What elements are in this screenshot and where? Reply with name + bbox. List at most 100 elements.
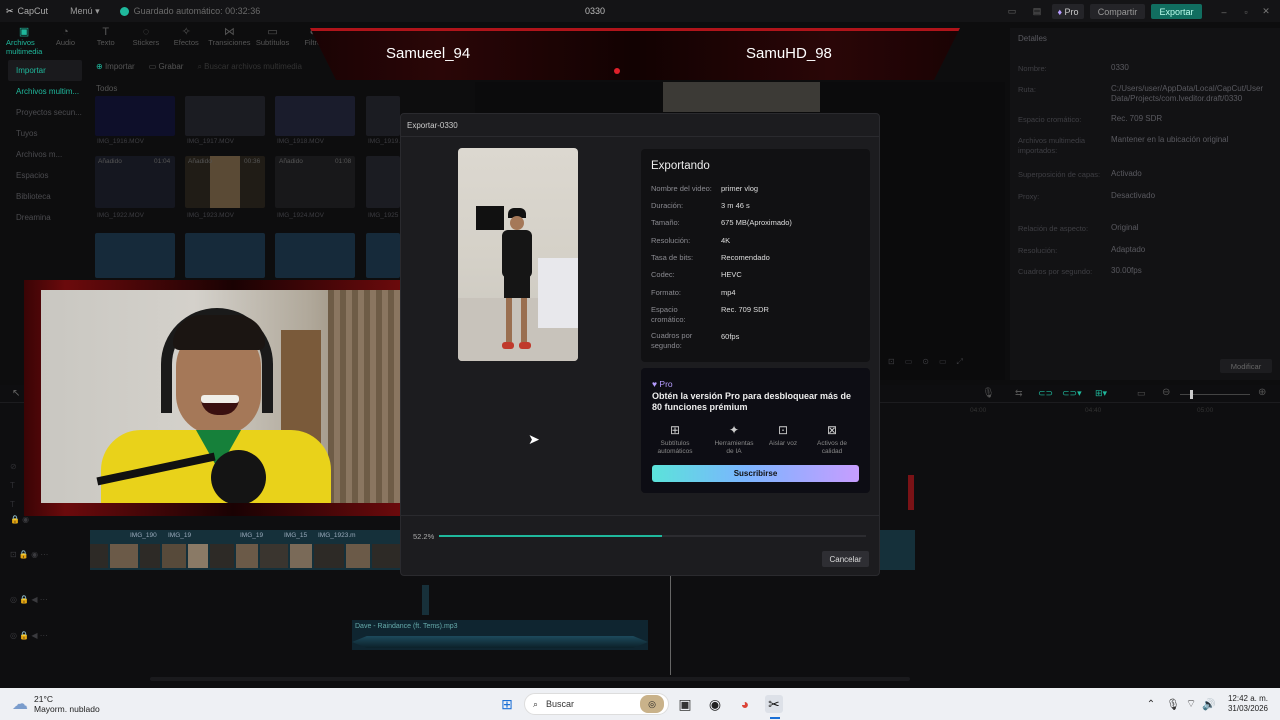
clip-label: IMG_190	[130, 532, 157, 539]
obs-icon[interactable]: ◉	[706, 695, 724, 713]
playhead[interactable]	[670, 575, 671, 675]
media-name: IMG_1923.MOV	[187, 212, 234, 219]
isolate-voice-icon: ⊡	[777, 423, 789, 437]
media-thumb[interactable]	[275, 96, 355, 136]
effects-icon: ✧	[181, 26, 191, 38]
fullscreen-icon[interactable]: ⤢	[957, 357, 963, 367]
weather-widget[interactable]: ☁ 21°C Mayorm. nublado	[12, 694, 100, 714]
autosave-status: Guardado automático: 00:32:36	[119, 6, 260, 16]
cursor-icon[interactable]: ↖	[12, 388, 20, 399]
screenshot-icon[interactable]: ⊙	[922, 357, 929, 367]
capcut-icon[interactable]: ✂	[765, 695, 783, 713]
media-filter-all[interactable]: Todos	[96, 84, 117, 93]
fit-icon[interactable]: ▭	[1137, 388, 1146, 399]
media-thumb[interactable]	[95, 233, 175, 278]
timeline-scrollbar[interactable]	[150, 677, 910, 681]
media-thumb[interactable]	[185, 233, 265, 278]
tool-subtitles[interactable]: ▭ Subtítulos	[255, 22, 289, 52]
preview-axis-icon[interactable]: ⊞▾	[1095, 388, 1107, 399]
windows-start-icon[interactable]: ⊞	[498, 695, 516, 713]
zoom-handle[interactable]	[1190, 390, 1193, 399]
share-button[interactable]: Compartir	[1090, 4, 1145, 19]
cloud-icon: ☁	[12, 696, 28, 713]
sidebar-item-media[interactable]: Archivos multim...	[8, 81, 82, 102]
export-dialog: Exportar-0330 Exportando Nombre del vide…	[400, 113, 880, 576]
zoom-slider[interactable]	[1180, 390, 1250, 399]
sidebar-item-library[interactable]: Biblioteca	[8, 186, 82, 207]
player-controls: ⊡ ▭ ⊙ ▭ ⤢	[888, 357, 963, 367]
media-thumb[interactable]	[185, 96, 265, 136]
shortcut-icon[interactable]: ▤	[1030, 4, 1044, 19]
sidebar-item-media-2[interactable]: Archivos m...	[8, 144, 82, 165]
ratio-icon[interactable]: ▭	[905, 357, 913, 367]
close-icon[interactable]: ✕	[1260, 4, 1272, 19]
time: 12:42 a. m.	[1227, 694, 1268, 703]
export-button[interactable]: Exportar	[1151, 4, 1202, 19]
chrome-icon[interactable]: ◕	[736, 695, 754, 713]
pro-button[interactable]: ♦ Pro	[1052, 4, 1084, 19]
leg	[521, 298, 527, 342]
ratio-icon-2[interactable]: ▭	[939, 357, 947, 367]
subscribe-button[interactable]: Suscribirse	[652, 465, 859, 482]
frame	[188, 544, 208, 568]
media-thumb[interactable]	[366, 96, 400, 136]
task-view-icon[interactable]: ▣	[676, 695, 694, 713]
media-search[interactable]: ⌕ Buscar archivos multimedia	[197, 62, 302, 72]
tool-media[interactable]: ▣ Archivos multimedia	[6, 22, 42, 57]
player1-name: Samueel_94	[386, 45, 471, 62]
small-clip[interactable]	[422, 585, 429, 615]
tool-transitions[interactable]: ⋈ Transiciones	[208, 22, 250, 52]
chevron-up-icon[interactable]: ⌃	[1142, 695, 1160, 713]
media-name: IMG_1916.MOV	[97, 138, 144, 145]
feature-label: Herramientas de IA	[714, 440, 754, 455]
mic-icon[interactable]: 🎙	[1164, 695, 1182, 713]
detail-value: Desactivado	[1111, 191, 1156, 200]
cancel-button[interactable]: Cancelar	[822, 551, 869, 567]
minimize-icon[interactable]: –	[1218, 4, 1230, 19]
tool-stickers[interactable]: ◌ Stickers	[129, 22, 163, 52]
clip-label: IMG_1923.m	[318, 532, 356, 539]
sticker-icon: ◌	[142, 26, 150, 38]
temperature: 21°C	[34, 694, 53, 704]
tool-label: Subtítulos	[255, 38, 290, 47]
import-button[interactable]: ⊕ Importar	[96, 62, 135, 72]
quality-assets-icon: ⊠	[826, 423, 838, 437]
media-thumb[interactable]	[275, 233, 355, 278]
info-value: mp4	[721, 288, 736, 297]
text-track-icon: ⊘	[10, 462, 17, 471]
details-title: Detalles	[1018, 34, 1047, 43]
volume-icon[interactable]: 🔊	[1200, 695, 1218, 713]
media-thumb[interactable]	[95, 96, 175, 136]
sidebar-item-dreamina[interactable]: Dreamina	[8, 207, 82, 228]
maximize-icon[interactable]: ▫	[1240, 4, 1252, 19]
media-duration: 00:36	[244, 158, 261, 165]
dialog-divider	[401, 136, 879, 137]
bed	[538, 258, 578, 328]
link-icon[interactable]: ⇆	[1015, 388, 1023, 399]
media-thumb[interactable]	[366, 156, 400, 208]
sidebar-item-subprojects[interactable]: Proyectos secun...	[8, 102, 82, 123]
menu-button[interactable]: Menú ▾	[70, 6, 100, 17]
audio-clip[interactable]: Dave - Raindance (ft. Tems).mp3	[352, 620, 648, 650]
magnet-icon[interactable]: ⊂⊃	[1038, 388, 1053, 399]
audio-waveform	[352, 636, 648, 648]
zoom-out-icon[interactable]: ⊖	[1162, 387, 1170, 398]
layout-icon[interactable]: ▭	[1005, 4, 1019, 19]
sidebar-item-yours[interactable]: Tuyos	[8, 123, 82, 144]
wifi-icon[interactable]: ⌔	[1182, 695, 1200, 713]
media-thumb[interactable]	[366, 233, 400, 278]
record-button[interactable]: ▭ Grabar	[149, 62, 184, 72]
tool-audio[interactable]: ◔ Audio	[48, 22, 82, 52]
crop-icon[interactable]: ⊡	[888, 357, 895, 367]
snap-icon[interactable]: ⊂⊃▾	[1062, 388, 1082, 399]
frame	[260, 544, 288, 568]
modify-button[interactable]: Modificar	[1220, 359, 1272, 373]
tool-effects[interactable]: ✧ Efectos	[169, 22, 203, 52]
zoom-in-icon[interactable]: ⊕	[1258, 387, 1266, 398]
mic-icon[interactable]: 🎙	[982, 388, 995, 399]
sidebar-item-spaces[interactable]: Espacios	[8, 165, 82, 186]
sidebar-item-import[interactable]: Importar	[8, 60, 82, 81]
tool-text[interactable]: T Texto	[89, 22, 123, 52]
clock[interactable]: 12:42 a. m. 31/03/2026	[1222, 694, 1268, 714]
info-value: Rec. 709 SDR	[721, 305, 769, 314]
